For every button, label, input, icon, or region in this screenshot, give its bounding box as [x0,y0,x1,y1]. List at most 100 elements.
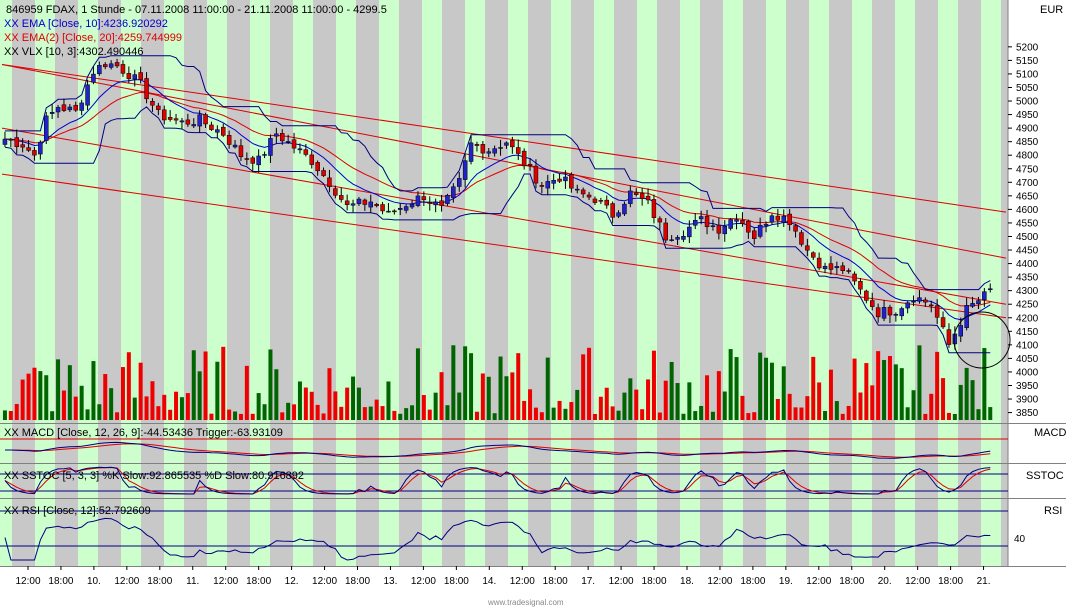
price-tick-label: 4750 [1016,164,1039,175]
volume-bar [905,407,910,420]
candle-body [610,203,615,218]
candle-body [398,207,403,210]
candle-body [799,232,804,245]
candle-body [309,154,314,165]
session-band [571,0,594,566]
volume-bar [339,406,344,420]
candle-body [881,307,887,319]
candle-body [740,219,745,224]
candle-body [480,144,486,154]
rsi-panel-name: RSI [1044,505,1062,517]
volume-bar [286,402,291,420]
volume-bar [380,406,385,420]
ema20-legend: XX EMA(2) [Close, 20]:4259.744999 [4,32,182,44]
volume-bar [752,412,757,420]
volume-bar [522,400,527,420]
candle-body [197,114,202,127]
volume-bar [50,411,55,420]
session-band [614,0,637,566]
volume-bar [61,390,66,420]
volume-bar [622,392,627,420]
volume-bar [362,407,367,420]
candle-body [763,223,769,226]
volume-bar [356,387,361,420]
candle-body [138,72,143,80]
session-band [1001,0,1008,566]
candle-body [775,215,781,221]
volume-bar [486,376,491,420]
price-tick-label: 4950 [1016,110,1039,121]
candle-body [787,213,792,225]
candle-body [693,220,698,226]
candle-body [462,160,468,180]
rsi-label: XX RSI [Close, 12]:52.792609 [4,505,151,517]
volume-bar [870,385,875,420]
session-band [809,0,829,566]
candle-body [793,225,798,232]
volume-bar [203,351,208,420]
time-tick-label: 12:00 [213,576,238,587]
macd-label: XX MACD [Close, 12, 26, 9]:-44.53436 Tri… [4,427,283,439]
volume-bar [592,413,597,420]
candle-body [44,115,49,141]
time-tick-label: 18:00 [543,576,568,587]
price-tick-label: 4800 [1016,151,1039,162]
volume-bar [244,365,249,420]
volume-bar [79,385,84,420]
volume-bar [179,397,184,420]
price-tick-label: 4500 [1016,232,1039,243]
candle-body [840,265,845,272]
candle-body [663,222,668,241]
candle-body [215,129,220,133]
candle-body [421,196,427,201]
candle-body [510,140,515,148]
candle-body [504,142,509,146]
vlx-legend: XX VLX [10, 3]:4302.490446 [4,46,143,58]
candle-body [150,100,155,106]
volume-bar [280,412,285,420]
volume-bar [327,368,332,420]
candle-body [238,145,244,158]
session-band [422,0,442,566]
candle-body [144,78,149,100]
session-band [336,0,356,566]
price-tick-label: 4900 [1016,124,1039,135]
time-tick-label: 12:00 [114,576,139,587]
volume-bar [811,356,816,420]
price-tick-label: 5150 [1016,56,1039,67]
rsi-tick-40: 40 [1014,534,1026,545]
time-tick-label: 13. [383,576,397,587]
price-tick-label: 4400 [1016,259,1039,270]
candle-body [362,199,368,205]
candle-body [852,273,857,282]
volume-bar [882,359,887,420]
time-tick-label: 19. [779,576,793,587]
volume-bar [345,387,350,420]
volume-bar [651,350,656,420]
candle-body [905,302,910,309]
volume-bar [710,411,715,420]
price-tick-label: 4700 [1016,178,1039,189]
price-tick-label: 4200 [1016,313,1039,324]
volume-bar [740,395,745,420]
volume-bar [73,396,78,420]
price-tick-label: 4600 [1016,205,1039,216]
volume-bar [197,371,202,420]
volume-bar [722,391,727,420]
chart-title: 846959 FDAX, 1 Stunde - 07.11.2008 11:00… [6,4,387,16]
candle-body [539,185,545,187]
candle-body [97,65,102,75]
candle-body [822,265,828,270]
volume-bar [97,404,102,420]
candle-body [20,144,25,148]
volume-bar [38,371,43,420]
candle-body [32,150,37,156]
volume-bar [533,407,538,420]
currency-label: EUR [1040,4,1063,16]
candle-body [828,263,834,270]
candle-body [191,124,196,127]
volume-bar [539,412,544,420]
session-band [637,0,657,566]
volume-bar [864,363,869,420]
candle-body [639,193,645,199]
